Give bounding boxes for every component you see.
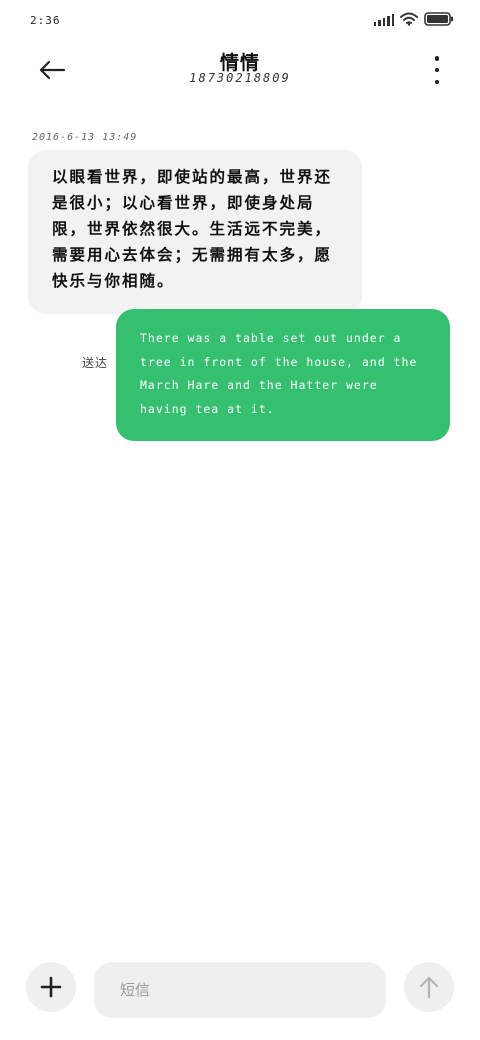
battery-icon: [424, 12, 454, 26]
send-button[interactable]: [404, 962, 454, 1012]
more-dot: [434, 67, 440, 73]
more-dot: [434, 79, 440, 84]
message-input[interactable]: [94, 962, 386, 1018]
contact-number: 18730218809: [189, 71, 291, 85]
message-timestamp: 2016-6-13 13:49: [32, 132, 138, 143]
more-dot: [434, 56, 440, 61]
delivery-status: 送达: [82, 356, 109, 370]
message-composer: [0, 950, 480, 1030]
status-icons: [373, 12, 455, 26]
add-attachment-button[interactable]: [26, 962, 76, 1012]
signal-icon: [373, 13, 394, 26]
status-time: 2:36: [30, 14, 61, 27]
outgoing-message-bubble[interactable]: There was a table set out under a tree i…: [116, 309, 450, 441]
arrow-up-icon: [419, 976, 439, 999]
plus-icon: [40, 976, 62, 998]
more-options-button[interactable]: [430, 56, 444, 84]
conversation-header: 情情 18730218809: [0, 40, 480, 100]
wifi-icon: [400, 12, 418, 26]
incoming-message-bubble[interactable]: 以眼看世界，即使站的最高，世界还是很小；以心看世界，即使身处局限，世界依然很大。…: [28, 150, 362, 314]
status-bar: 2:36: [0, 0, 480, 40]
